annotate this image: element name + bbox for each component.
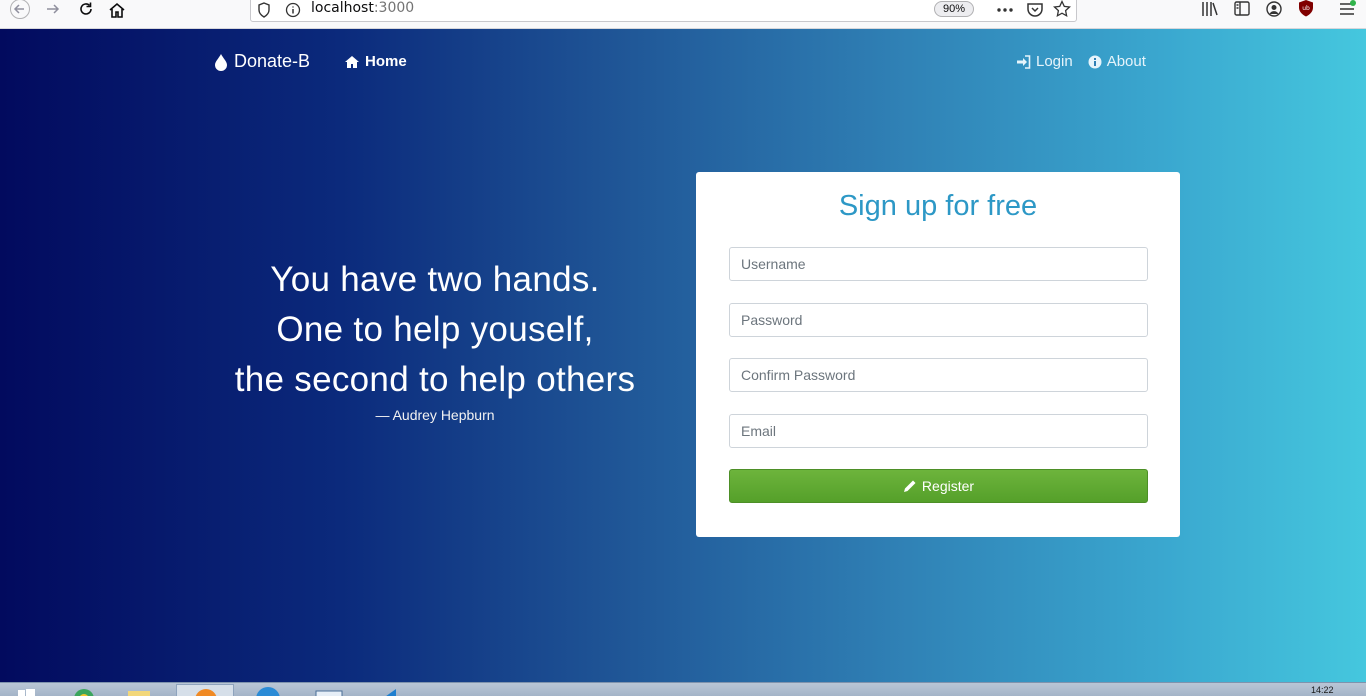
library-icon[interactable] <box>1201 0 1219 18</box>
taskbar-app-vscode[interactable] <box>362 684 418 696</box>
zoom-level-badge[interactable]: 90% <box>934 1 974 17</box>
nav-link-home[interactable]: Home <box>344 53 407 70</box>
taskbar-clock: 14:22 <box>1311 685 1334 695</box>
nav-home-label: Home <box>365 53 407 70</box>
menu-icon[interactable] <box>1338 0 1356 18</box>
url-host: localhost <box>311 0 374 16</box>
url-port: :3000 <box>373 0 415 16</box>
nav-about-label: About <box>1106 53 1146 70</box>
pocket-icon[interactable] <box>1026 1 1044 19</box>
info-circle-icon <box>1088 55 1102 68</box>
taskbar-app-explorer[interactable] <box>306 684 354 696</box>
vscode-icon <box>386 689 396 696</box>
taskbar-app-2[interactable] <box>120 684 160 696</box>
info-icon[interactable] <box>285 2 301 18</box>
url-bar[interactable]: localhost:3000 90% <box>250 0 1077 22</box>
back-icon <box>10 0 30 19</box>
browser-toolbar: localhost:3000 90% ub <box>0 0 1366 29</box>
reload-icon <box>80 2 92 15</box>
taskbar-app-firefox[interactable] <box>176 684 234 696</box>
navbar-right: Login About <box>1016 53 1146 70</box>
folder-icon <box>128 691 150 696</box>
droplet-icon <box>215 53 227 71</box>
navbar-brand[interactable]: Donate-B <box>214 51 310 72</box>
start-button[interactable] <box>10 684 40 696</box>
url-text: localhost:3000 <box>311 0 414 16</box>
home-button[interactable] <box>105 0 129 20</box>
account-icon[interactable] <box>1265 0 1283 18</box>
password-input[interactable] <box>729 303 1148 337</box>
sign-in-icon <box>1017 54 1031 69</box>
star-icon[interactable] <box>1053 0 1071 18</box>
hero-quote: You have two hands. One to help youself,… <box>185 255 685 423</box>
os-taskbar: 14:22 <box>0 682 1366 696</box>
forward-button[interactable] <box>41 0 65 20</box>
home-icon <box>109 2 125 18</box>
firefox-icon <box>195 689 217 696</box>
svg-text:ub: ub <box>1302 5 1310 12</box>
globe-icon <box>256 687 280 696</box>
nav-login-label: Login <box>1036 53 1073 70</box>
quote-line-1: You have two hands. <box>270 260 600 299</box>
home-icon <box>345 55 359 68</box>
username-input[interactable] <box>729 247 1148 281</box>
taskbar-app-chrome[interactable] <box>244 684 292 696</box>
email-input[interactable] <box>729 414 1148 448</box>
pencil-icon <box>903 480 916 492</box>
taskbar-app-1[interactable] <box>64 684 104 696</box>
quote-line-3: the second to help others <box>234 360 636 399</box>
signup-title: Sign up for free <box>838 190 1038 222</box>
signup-card: Sign up for free Register <box>696 172 1180 537</box>
confirm-password-input[interactable] <box>729 358 1148 392</box>
ie-icon <box>74 689 94 696</box>
forward-icon <box>47 4 60 14</box>
register-button[interactable]: Register <box>729 469 1148 503</box>
page-background: Donate-B Home Login About You have two h… <box>0 29 1366 682</box>
quote-line-2: One to help youself, <box>276 310 594 349</box>
window-icon <box>315 690 343 696</box>
back-button[interactable] <box>8 0 32 20</box>
quote-author: — Audrey Hepburn <box>375 407 495 423</box>
windows-logo-icon <box>18 689 35 696</box>
brand-name: Donate-B <box>234 51 311 71</box>
sidebar-icon[interactable] <box>1233 0 1251 18</box>
more-icon[interactable] <box>996 2 1014 18</box>
register-label: Register <box>921 478 975 494</box>
nav-link-about[interactable]: About <box>1088 53 1146 70</box>
reload-button[interactable] <box>74 0 98 20</box>
shield-icon[interactable] <box>257 2 271 18</box>
nav-link-login[interactable]: Login <box>1016 53 1073 70</box>
ublock-icon[interactable]: ub <box>1297 0 1315 17</box>
